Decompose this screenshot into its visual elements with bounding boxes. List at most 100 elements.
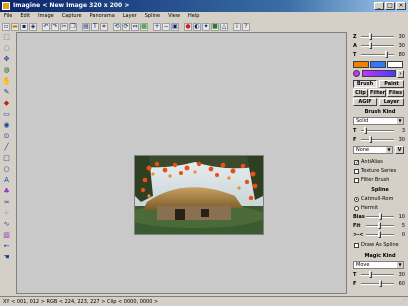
t-slider[interactable] xyxy=(361,51,394,58)
zoom-out-icon[interactable]: − xyxy=(162,22,170,31)
tension-slider[interactable] xyxy=(366,231,394,238)
brush-kind-select[interactable]: Solid ▼ xyxy=(353,117,404,125)
tension-row[interactable]: >-< 0 xyxy=(353,231,405,239)
none-select[interactable]: None ▼ xyxy=(353,146,393,154)
chevron-down-icon[interactable]: ▼ xyxy=(386,147,392,153)
brush-button[interactable]: Brush xyxy=(353,80,377,88)
background-color-swatch[interactable] xyxy=(370,61,386,68)
tension-knob[interactable] xyxy=(378,231,381,238)
z-slider[interactable] xyxy=(361,33,394,40)
magic-t-slider[interactable] xyxy=(361,271,394,278)
magic-f-slider[interactable] xyxy=(361,280,394,287)
magic-f-knob[interactable] xyxy=(378,280,382,287)
paint-button[interactable]: Paint xyxy=(379,80,404,88)
foreground-color-swatch[interactable] xyxy=(353,61,369,68)
menu-capture[interactable]: Capture xyxy=(58,12,86,21)
clip-button[interactable]: Clip xyxy=(353,89,368,97)
fit-icon[interactable]: ▣ xyxy=(171,22,179,31)
open-icon[interactable]: ▬ xyxy=(11,22,19,31)
menu-edit[interactable]: Edit xyxy=(16,12,34,21)
layer-icon[interactable]: ▦ xyxy=(140,22,148,31)
flip-icon[interactable]: ⇔ xyxy=(131,22,139,31)
color-more-button[interactable]: › xyxy=(397,70,404,78)
lasso-icon[interactable]: ◌ xyxy=(2,43,11,52)
magic-t-row[interactable]: T 30 xyxy=(353,271,405,279)
spray-icon[interactable]: ⁘ xyxy=(2,208,11,217)
help-icon[interactable]: ? xyxy=(242,22,250,31)
redo-icon[interactable]: ↷ xyxy=(51,22,59,31)
select-icon[interactable]: ⬚ xyxy=(2,32,11,41)
gradient-icon[interactable]: ◐ xyxy=(193,22,201,31)
chevron-down-icon[interactable]: ▼ xyxy=(397,262,403,268)
sharpen-icon[interactable]: △ xyxy=(220,22,228,31)
fit-slider[interactable] xyxy=(366,222,394,229)
third-color-swatch[interactable] xyxy=(387,61,403,68)
texture-series-checkbox[interactable]: Texture Series xyxy=(354,167,396,175)
hermit-radio[interactable]: Hermit xyxy=(354,204,378,212)
gradient-swatch[interactable] xyxy=(362,70,396,77)
rect-icon[interactable]: □ xyxy=(2,153,11,162)
filter-button[interactable]: Filter xyxy=(369,89,386,97)
bias-row[interactable]: Bias 10 xyxy=(353,213,405,221)
brush-t-slider[interactable] xyxy=(361,127,394,134)
a-slider-knob[interactable] xyxy=(368,42,372,49)
menu-spline[interactable]: Spline xyxy=(141,12,164,21)
picker-icon[interactable]: ⊙ xyxy=(2,131,11,140)
arrow-icon[interactable]: ← xyxy=(2,241,11,250)
effect-icon[interactable]: ✦ xyxy=(202,22,210,31)
brush-t-knob[interactable] xyxy=(363,127,367,134)
fit-row[interactable]: Fit 5 xyxy=(353,222,405,230)
move-icon[interactable]: ✥ xyxy=(2,54,11,63)
stamp-icon[interactable]: ♣ xyxy=(2,186,11,195)
t-slider-knob[interactable] xyxy=(385,51,389,58)
zoom-in-icon[interactable]: + xyxy=(153,22,161,31)
menu-image[interactable]: Image xyxy=(34,12,58,21)
zoom-icon[interactable]: ◍ xyxy=(2,65,11,74)
text-icon[interactable]: T xyxy=(91,22,99,31)
palette-icon[interactable]: ● xyxy=(184,22,192,31)
brush-tool-icon[interactable]: ◆ xyxy=(2,98,11,107)
ellipse-icon[interactable]: ○ xyxy=(2,164,11,173)
rotate-right-icon[interactable]: ⟳ xyxy=(122,22,130,31)
hand-tool-icon[interactable]: ☚ xyxy=(2,252,11,261)
catmull-rom-radio[interactable]: • Catmull-Rom xyxy=(354,195,393,203)
magic-f-row[interactable]: F 60 xyxy=(353,280,405,288)
gradient-tool-icon[interactable]: ▥ xyxy=(2,230,11,239)
warp-icon[interactable]: ∿ xyxy=(2,219,11,228)
a-slider[interactable] xyxy=(361,42,394,49)
fit-knob[interactable] xyxy=(378,222,381,229)
line-icon[interactable]: ╱ xyxy=(2,142,11,151)
color-circle-icon[interactable] xyxy=(353,70,360,77)
bias-slider[interactable] xyxy=(366,213,394,220)
agif-button[interactable]: AGIF xyxy=(353,98,377,106)
minimize-button[interactable]: _ xyxy=(374,2,384,10)
z-slider-row[interactable]: Z 30 xyxy=(353,33,405,41)
eraser-icon[interactable]: ▭ xyxy=(2,109,11,118)
color-icon[interactable]: ■ xyxy=(211,22,219,31)
chevron-down-icon[interactable]: ▼ xyxy=(397,118,403,124)
v-button[interactable]: V xyxy=(395,146,404,154)
magic-kind-select[interactable]: Move ▼ xyxy=(353,261,404,269)
menu-view[interactable]: View xyxy=(164,12,184,21)
image-document[interactable] xyxy=(134,155,264,235)
close-button[interactable]: × xyxy=(396,2,406,10)
text-tool-icon[interactable]: A xyxy=(2,175,11,184)
antialias-checkbox[interactable]: ✓ AntiAlias xyxy=(354,158,383,166)
t-slider-row[interactable]: T 80 xyxy=(353,51,405,59)
pencil-icon[interactable]: ✎ xyxy=(2,87,11,96)
draw-as-spline-checkbox[interactable]: Draw As Spline xyxy=(354,241,399,249)
save-icon[interactable]: ▪ xyxy=(20,22,28,31)
menu-layer[interactable]: Layer xyxy=(119,12,141,21)
layer-button[interactable]: Layer xyxy=(379,98,404,106)
menu-help[interactable]: Help xyxy=(184,12,203,21)
crop-icon[interactable]: ⌗ xyxy=(100,22,108,31)
brush-f-knob[interactable] xyxy=(368,136,372,143)
blur-icon[interactable]: ≈ xyxy=(2,197,11,206)
files-button[interactable]: Files xyxy=(387,89,404,97)
bias-knob[interactable] xyxy=(379,213,383,220)
new-icon[interactable]: ▫ xyxy=(2,22,10,31)
fill-icon[interactable]: ◉ xyxy=(2,120,11,129)
menu-panorama[interactable]: Panorama xyxy=(86,12,119,21)
cut-icon[interactable]: ✂ xyxy=(60,22,68,31)
paste-icon[interactable]: ▤ xyxy=(82,22,90,31)
